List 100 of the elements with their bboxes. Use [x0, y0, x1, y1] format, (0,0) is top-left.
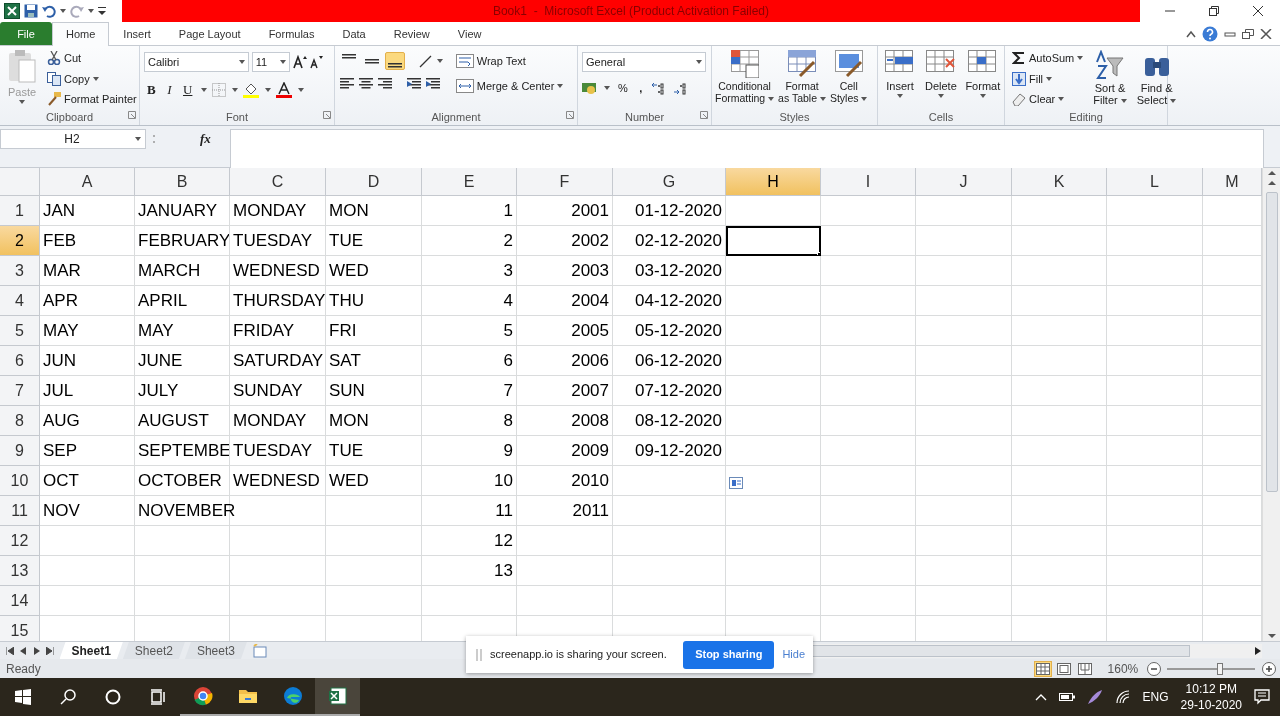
clipboard-button[interactable]: Format Painter	[44, 90, 140, 109]
grid-cell[interactable]: 2005	[517, 316, 613, 346]
row-header[interactable]: 8	[0, 406, 40, 436]
grid-cell[interactable]: TUE	[326, 226, 422, 256]
grid-cell[interactable]: OCTOBER	[135, 466, 230, 496]
grid-cell[interactable]: 08-12-2020	[613, 406, 726, 436]
grid-cell[interactable]: 12	[422, 526, 517, 556]
grid-cell[interactable]	[135, 526, 230, 556]
row-header[interactable]: 1	[0, 196, 40, 226]
grid-cell[interactable]: TUESDAY	[230, 226, 326, 256]
grid-cell[interactable]	[1107, 316, 1203, 346]
collapse-ribbon-icon[interactable]	[1186, 29, 1196, 38]
grid-cell[interactable]	[1107, 436, 1203, 466]
grid-cell[interactable]: 02-12-2020	[613, 226, 726, 256]
grid-cell[interactable]: WED	[326, 256, 422, 286]
battery-icon[interactable]	[1058, 692, 1075, 702]
cells-button[interactable]: Delete	[922, 49, 960, 108]
grid-cell[interactable]: NOV	[40, 496, 135, 526]
column-header[interactable]: E	[422, 168, 517, 196]
drag-handle-icon[interactable]	[476, 648, 482, 661]
row-header[interactable]: 12	[0, 526, 40, 556]
grid-cell[interactable]	[726, 436, 821, 466]
shrink-font-icon[interactable]	[309, 55, 324, 69]
grid-cell[interactable]: 4	[422, 286, 517, 316]
grid-cell[interactable]	[916, 316, 1012, 346]
grid-cell[interactable]: MON	[326, 406, 422, 436]
scroll-thumb[interactable]	[810, 644, 1190, 657]
grid-cell[interactable]: 04-12-2020	[613, 286, 726, 316]
grid-cell[interactable]	[517, 556, 613, 586]
ribbon-tab[interactable]: Page Layout	[164, 22, 255, 45]
customize-menu-icon[interactable]	[98, 6, 106, 16]
row-header[interactable]: 6	[0, 346, 40, 376]
cells-button[interactable]: Format	[963, 49, 1002, 108]
grid-cell[interactable]	[916, 466, 1012, 496]
column-header[interactable]: J	[916, 168, 1012, 196]
style-button[interactable]: Cell Styles	[827, 49, 870, 108]
grid-cell[interactable]	[1012, 376, 1107, 406]
show-hidden-icons-icon[interactable]	[1034, 693, 1047, 701]
column-header[interactable]: F	[517, 168, 613, 196]
grid-cell[interactable]	[326, 556, 422, 586]
ribbon-tab[interactable]: Home	[52, 22, 110, 46]
grid-cell[interactable]	[726, 556, 821, 586]
grid-cell[interactable]: 2008	[517, 406, 613, 436]
grid-cell[interactable]	[613, 466, 726, 496]
vertical-align-button[interactable]	[384, 52, 405, 70]
column-header[interactable]: B	[135, 168, 230, 196]
restore-workbook-icon[interactable]	[1242, 28, 1254, 39]
grid-cell[interactable]: 2003	[517, 256, 613, 286]
grid-cell[interactable]: THU	[326, 286, 422, 316]
grid-cell[interactable]	[1107, 556, 1203, 586]
close-workbook-icon[interactable]	[1260, 28, 1272, 39]
grid-cell[interactable]	[916, 556, 1012, 586]
row-header[interactable]: 11	[0, 496, 40, 526]
grid-cell[interactable]	[916, 256, 1012, 286]
grid-cell[interactable]	[1107, 406, 1203, 436]
column-header[interactable]: H	[726, 168, 821, 196]
grid-cell[interactable]	[613, 586, 726, 616]
grow-font-icon[interactable]	[292, 55, 307, 69]
column-header[interactable]: G	[613, 168, 726, 196]
grid-cell[interactable]	[613, 526, 726, 556]
grid-cell[interactable]: 13	[422, 556, 517, 586]
grid-cell[interactable]	[1012, 406, 1107, 436]
font-name-field[interactable]: Calibri	[144, 52, 249, 72]
fill-bucket-icon[interactable]	[243, 81, 260, 98]
ribbon-tab[interactable]: Review	[379, 22, 444, 45]
grid-cell[interactable]: TUE	[326, 436, 422, 466]
clipboard-button[interactable]: Copy	[44, 69, 140, 88]
grid-cell[interactable]: SAT	[326, 346, 422, 376]
grid-cell[interactable]: MARCH	[135, 256, 230, 286]
increase-decimal-icon[interactable]	[650, 81, 667, 96]
grid-cell[interactable]: 2007	[517, 376, 613, 406]
language-indicator[interactable]: ENG	[1142, 688, 1169, 706]
grid-cell[interactable]	[916, 496, 1012, 526]
grid-cell[interactable]	[1012, 286, 1107, 316]
grid-cell[interactable]	[326, 496, 422, 526]
grid-cell[interactable]: 2	[422, 226, 517, 256]
grid-cell[interactable]	[726, 346, 821, 376]
grid-cell[interactable]: OCT	[40, 466, 135, 496]
save-icon[interactable]	[24, 4, 38, 18]
percent-button[interactable]: %	[615, 78, 631, 99]
grid-cell[interactable]	[40, 556, 135, 586]
grid-cell[interactable]: WEDNESD	[230, 466, 326, 496]
insert-function-button[interactable]: fx	[200, 129, 211, 149]
grid-cell[interactable]	[916, 436, 1012, 466]
formula-input[interactable]	[230, 129, 1264, 169]
grid-cell[interactable]	[230, 526, 326, 556]
merge-center-button[interactable]: Merge & Center	[452, 76, 567, 95]
column-header[interactable]: M	[1203, 168, 1262, 196]
dialog-launcher-icon[interactable]	[566, 110, 574, 119]
grid-cell[interactable]: APRIL	[135, 286, 230, 316]
row-header[interactable]: 9	[0, 436, 40, 466]
grid-cell[interactable]	[1012, 496, 1107, 526]
first-sheet-icon[interactable]	[5, 646, 14, 655]
grid-cell[interactable]: 9	[422, 436, 517, 466]
undo-icon[interactable]	[42, 4, 56, 18]
grid-cell[interactable]: 10	[422, 466, 517, 496]
grid-cell[interactable]: APR	[40, 286, 135, 316]
grid-cell[interactable]	[726, 256, 821, 286]
cells-button[interactable]: Insert	[882, 49, 918, 108]
grid-cell[interactable]: MON	[326, 196, 422, 226]
